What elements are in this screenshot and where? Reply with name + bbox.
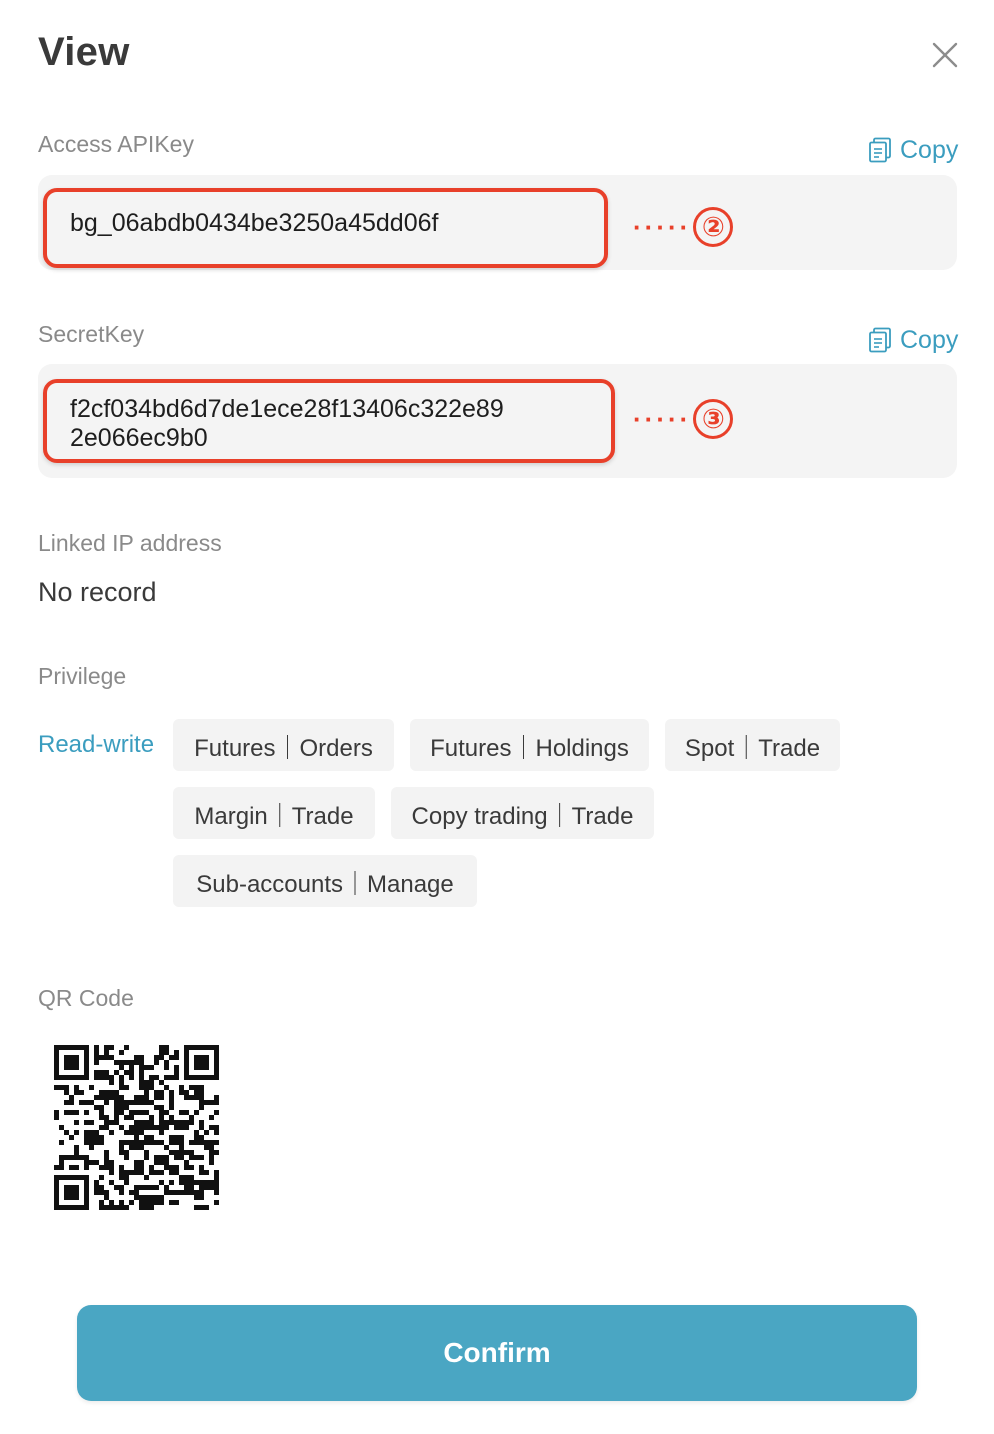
annotation-dots: ····· xyxy=(633,403,692,434)
copy-icon xyxy=(869,327,891,353)
annotation-2: ····· ② xyxy=(633,207,734,247)
copy-label: Copy xyxy=(900,135,959,164)
privilege-mode: Read-write xyxy=(38,731,155,758)
annotation-dots: ····· xyxy=(633,211,692,242)
qr-code-label: QR Code xyxy=(38,985,134,1011)
annotation-3: ····· ③ xyxy=(633,399,734,439)
confirm-button[interactable]: Confirm xyxy=(77,1305,917,1401)
copy-label: Copy xyxy=(900,325,959,354)
access-key-label: Access APIKey xyxy=(38,131,194,157)
privilege-chip: Sub-accounts｜Manage xyxy=(173,855,477,907)
privilege-chip: Margin｜Trade xyxy=(173,787,375,839)
access-key-copy-button[interactable]: Copy xyxy=(868,135,958,165)
privilege-chip: Futures｜Orders xyxy=(173,719,394,771)
secret-key-copy-button[interactable]: Copy xyxy=(868,325,958,355)
linked-ip-value: No record xyxy=(38,577,157,607)
copy-icon xyxy=(869,137,891,163)
api-key-view-dialog: View Access APIKey Copy bg_06abdb0434be3… xyxy=(0,0,994,1434)
privilege-label: Privilege xyxy=(38,663,127,689)
qr-code-image xyxy=(54,1045,219,1210)
close-icon[interactable] xyxy=(928,38,962,72)
dialog-title: View xyxy=(38,30,130,74)
privilege-chip: Futures｜Holdings xyxy=(410,719,649,771)
privilege-chip: Copy trading｜Trade xyxy=(391,787,654,839)
annotation-number: ③ xyxy=(693,399,734,439)
linked-ip-label: Linked IP address xyxy=(38,530,222,556)
privilege-chip: Spot｜Trade xyxy=(665,719,840,771)
access-key-highlight-box xyxy=(43,188,608,268)
annotation-number: ② xyxy=(693,207,734,247)
secret-key-highlight-box xyxy=(43,379,615,463)
secret-key-label: SecretKey xyxy=(38,321,145,347)
